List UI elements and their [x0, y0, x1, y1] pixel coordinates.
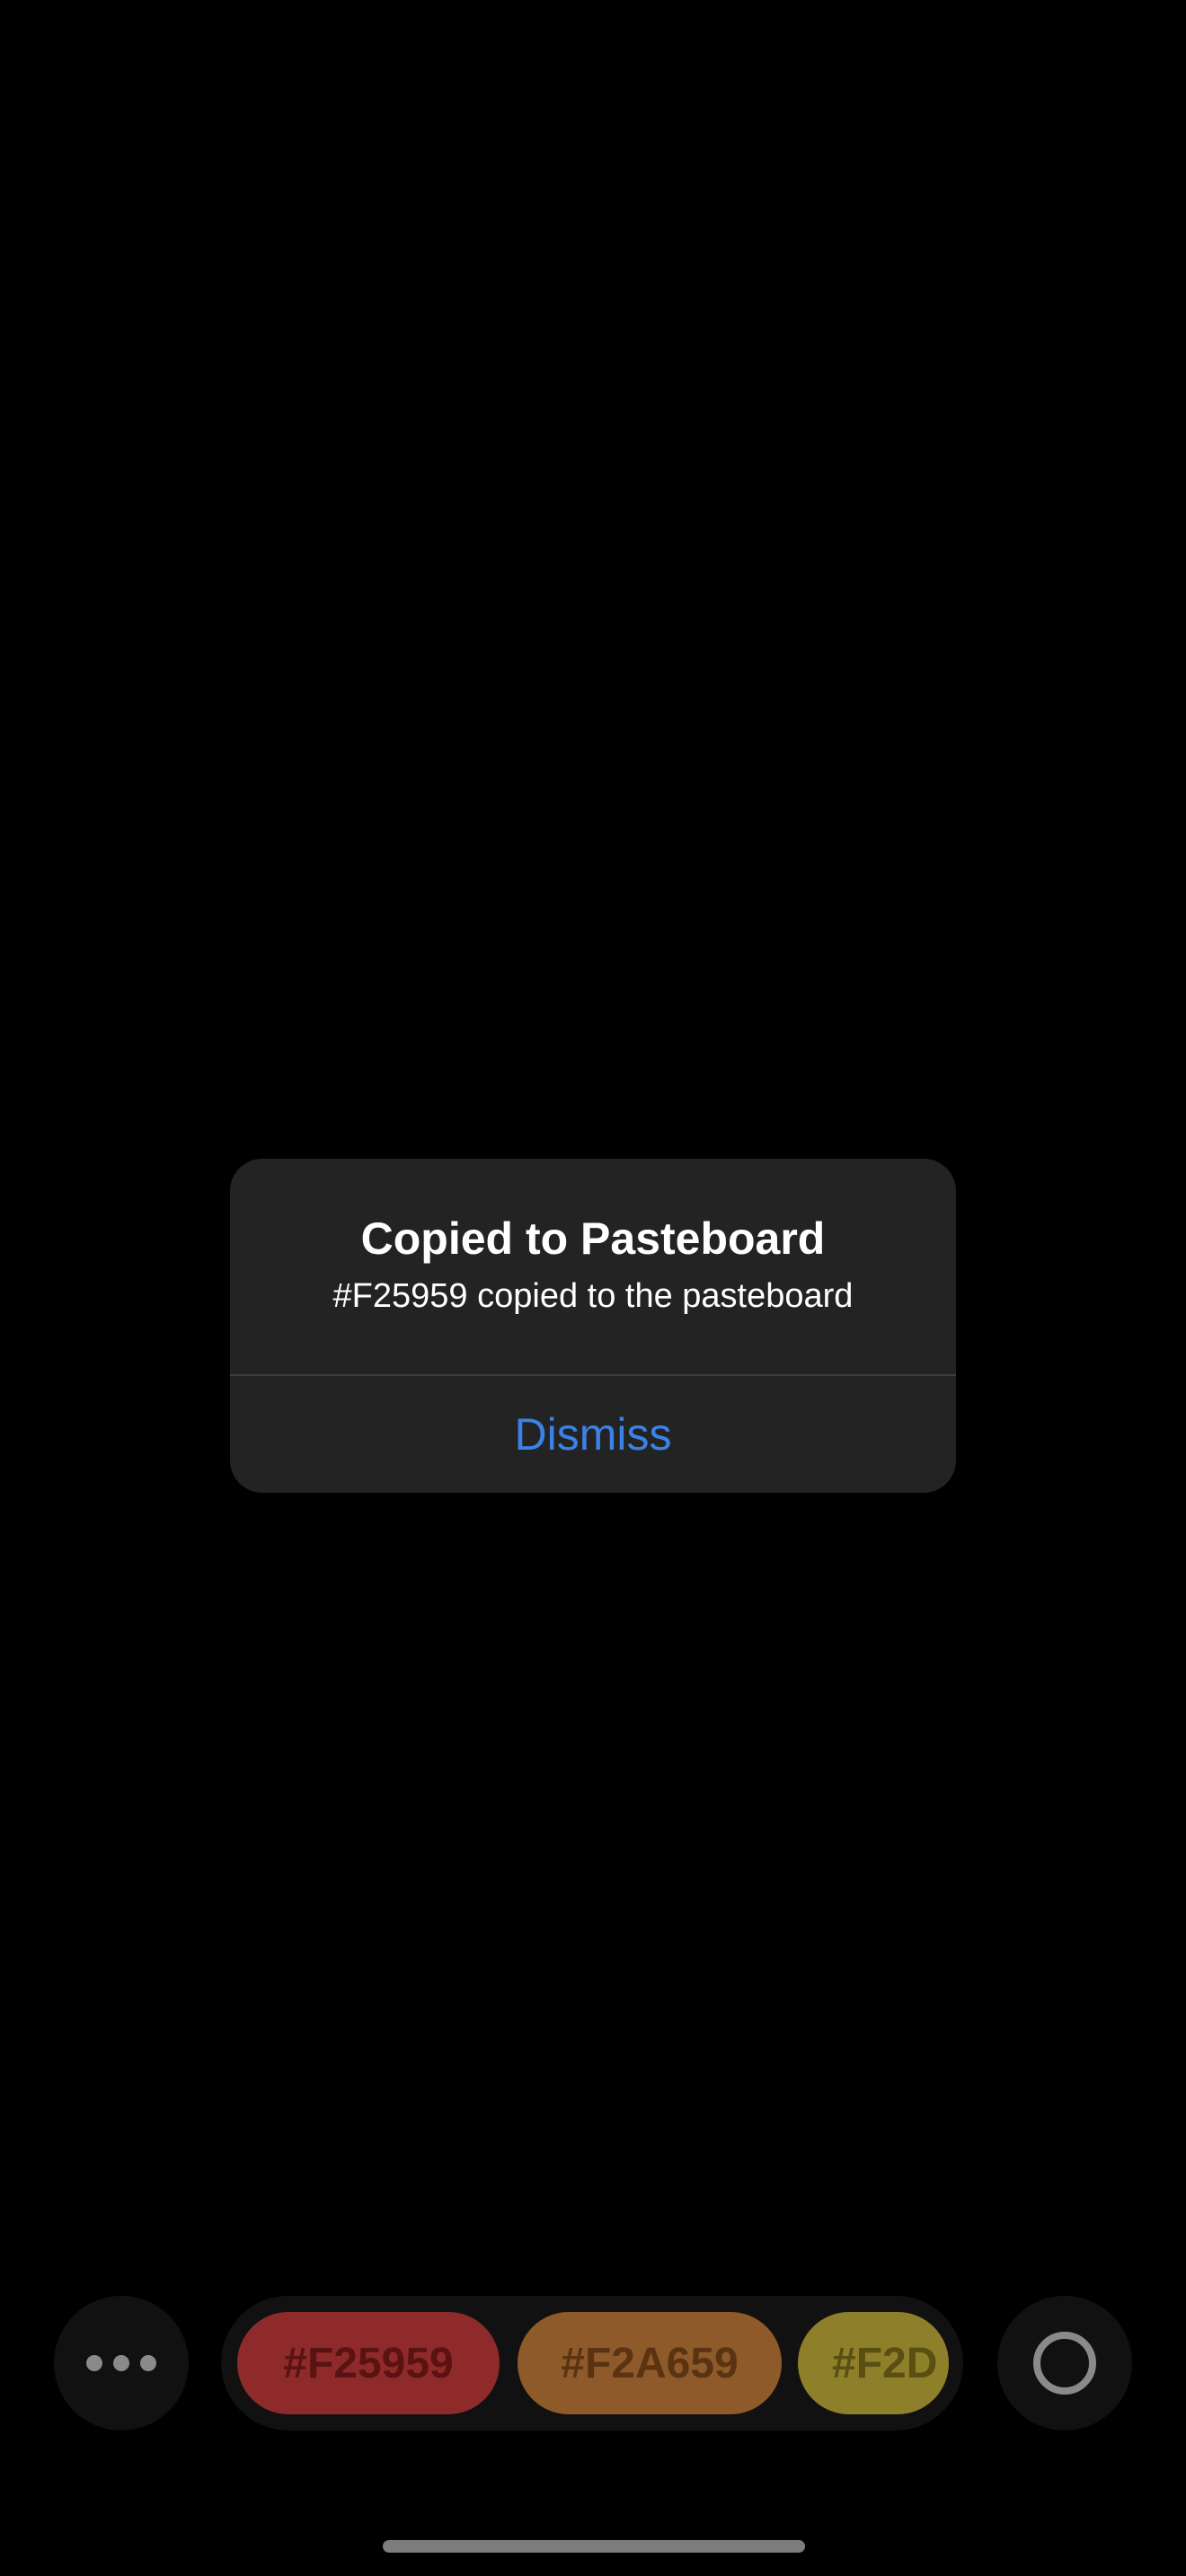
color-swatch-f2a659[interactable]: #F2A659: [518, 2312, 782, 2414]
home-indicator[interactable]: [383, 2540, 805, 2553]
alert-message: #F25959 copied to the pasteboard: [332, 1277, 854, 1315]
color-swatch-f25959[interactable]: #F25959: [237, 2312, 500, 2414]
color-palette[interactable]: #F25959 #F2A659 #F2D: [221, 2296, 963, 2430]
ellipsis-dot: [140, 2355, 156, 2371]
alert-body: Copied to Pasteboard #F25959 copied to t…: [230, 1159, 956, 1374]
circle-ring-icon: [1033, 2332, 1096, 2395]
alert-dialog: Copied to Pasteboard #F25959 copied to t…: [230, 1159, 956, 1493]
dismiss-button[interactable]: Dismiss: [230, 1376, 956, 1493]
alert-title: Copied to Pasteboard: [360, 1213, 826, 1264]
capture-button[interactable]: [997, 2296, 1132, 2430]
ellipsis-dot: [113, 2355, 129, 2371]
ellipsis-icon: [86, 2355, 156, 2371]
more-button[interactable]: [54, 2296, 189, 2430]
ellipsis-dot: [86, 2355, 102, 2371]
color-swatch-f2d[interactable]: #F2D: [798, 2312, 949, 2414]
